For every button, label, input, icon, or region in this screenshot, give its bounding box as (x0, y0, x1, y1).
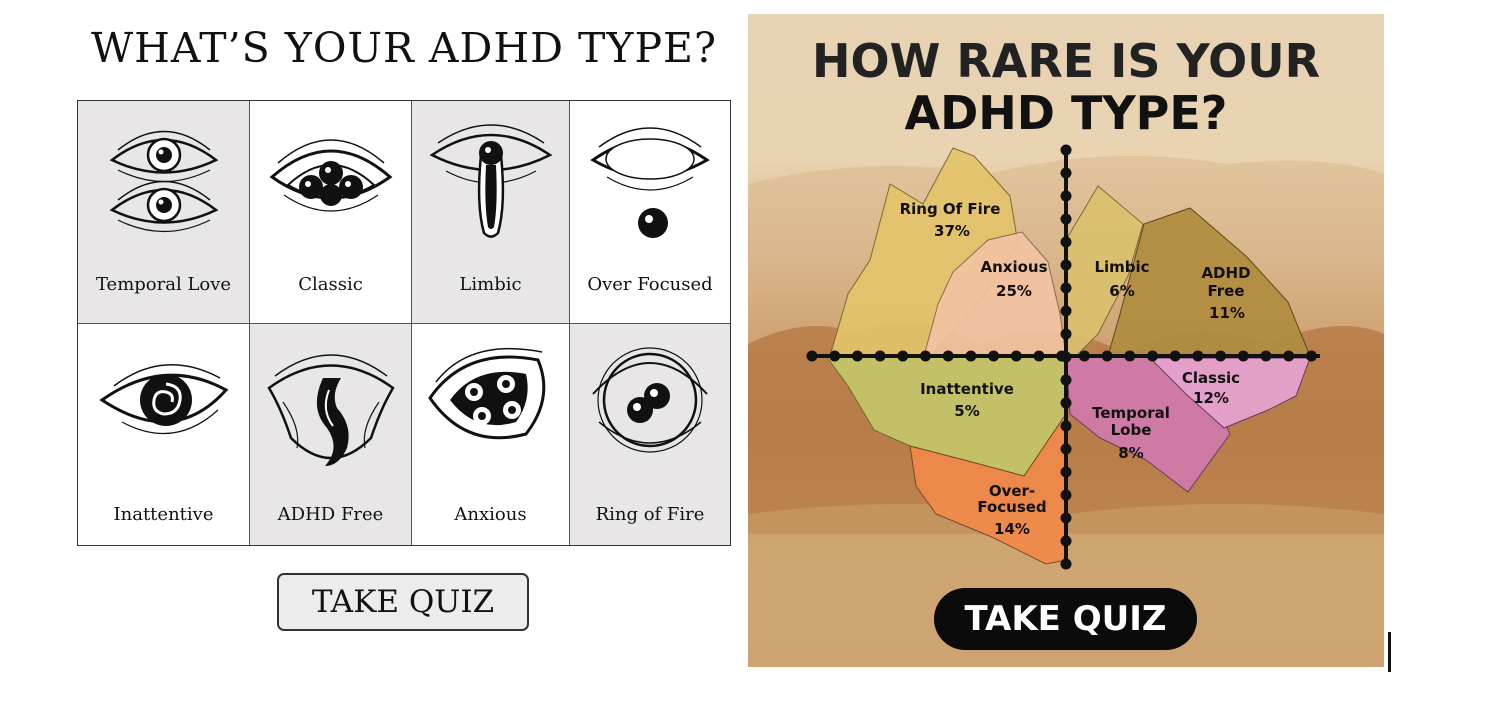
x-axis-tick (1215, 350, 1227, 362)
x-axis-tick (1033, 350, 1045, 362)
x-axis-tick (1283, 350, 1295, 362)
value-temporal-lobe: 8% (1118, 444, 1143, 462)
type-card-over-focused[interactable]: Over Focused (570, 101, 730, 324)
label-anxious: Anxious (980, 258, 1047, 276)
value-adhd-free: 11% (1209, 304, 1245, 322)
type-card-temporal-love[interactable]: Temporal Love (78, 101, 250, 324)
label-classic: Classic (1182, 369, 1240, 387)
triple-pupil-eye-icon (269, 139, 392, 212)
x-axis-tick (897, 350, 909, 362)
type-card-limbic[interactable]: Limbic (412, 101, 570, 324)
type-card-classic[interactable]: Classic (250, 101, 412, 324)
y-axis-tick (1060, 558, 1072, 570)
x-axis-tick (1260, 350, 1272, 362)
x-axis-tick (1101, 350, 1113, 362)
value-anxious: 25% (996, 282, 1032, 300)
type-card-ring-of-fire[interactable]: Ring of Fire (570, 324, 730, 545)
y-axis-tick (1060, 305, 1072, 317)
y-axis-tick (1060, 328, 1072, 340)
value-classic: 12% (1193, 389, 1229, 407)
y-axis-tick (1060, 420, 1072, 432)
type-card-adhd-free[interactable]: ADHD Free (250, 324, 412, 545)
type-card-anxious[interactable]: Anxious (412, 324, 570, 545)
multi-pupil-eye-icon (427, 347, 545, 440)
y-axis-tick (1060, 144, 1072, 156)
y-axis-tick (1060, 259, 1072, 271)
teardrop-eye-icon (429, 124, 552, 238)
label-over-focused-2: Focused (977, 498, 1046, 516)
adhd-rarity-chart: Ring Of Fire 37% Anxious 25% Limbic 6% A… (806, 144, 1320, 570)
x-axis-tick (874, 350, 886, 362)
y-axis-tick (1060, 190, 1072, 202)
type-label: Anxious (454, 504, 527, 525)
rarity-chart-panel: HOW RARE IS YOUR ADHD TYPE? Ring Of Fire… (748, 14, 1384, 667)
adhd-type-grid: Temporal Love Classic Limbic Over Focuse… (77, 100, 731, 546)
type-card-inattentive[interactable]: Inattentive (78, 324, 250, 545)
type-label: Inattentive (113, 504, 214, 525)
x-axis-tick (806, 350, 818, 362)
text-cursor (1388, 632, 1391, 672)
left-page-title: WHAT’S YOUR ADHD TYPE? (91, 24, 717, 72)
empty-eye-icon (590, 127, 710, 238)
ring-eye-icon (592, 347, 708, 453)
label-ring-of-fire: Ring Of Fire (900, 200, 1001, 218)
x-axis-tick (1169, 350, 1181, 362)
x-axis-tick (965, 350, 977, 362)
y-axis-tick (1060, 535, 1072, 547)
label-adhd-free-1: ADHD (1201, 264, 1250, 282)
label-limbic: Limbic (1094, 258, 1149, 276)
value-inattentive: 5% (954, 402, 979, 420)
y-axis-tick (1060, 443, 1072, 455)
y-axis-tick (1060, 466, 1072, 478)
take-quiz-button-left[interactable]: TAKE QUIZ (277, 573, 529, 631)
x-axis-tick (920, 350, 931, 362)
y-axis-tick (1060, 351, 1072, 363)
x-axis-tick (1305, 350, 1317, 362)
x-axis-tick (1192, 350, 1204, 362)
value-limbic: 6% (1109, 282, 1134, 300)
type-label: Ring of Fire (595, 504, 705, 525)
y-axis-tick (1060, 167, 1072, 179)
double-eye-icon (109, 130, 218, 233)
type-label: Limbic (459, 274, 522, 295)
swirl-eye-icon (98, 364, 228, 435)
x-axis-tick (1124, 350, 1136, 362)
x-axis-tick (829, 350, 841, 362)
y-axis-tick (1060, 282, 1072, 294)
label-adhd-free-2: Free (1207, 282, 1244, 300)
x-axis-tick (1010, 350, 1022, 362)
label-temporal-lobe-1: Temporal (1092, 404, 1170, 422)
y-axis-tick (1060, 512, 1072, 524)
y-axis-tick (1060, 213, 1072, 225)
x-axis-tick (988, 350, 1000, 362)
label-inattentive: Inattentive (920, 380, 1014, 398)
label-temporal-lobe-2: Lobe (1111, 421, 1152, 439)
take-quiz-button-right[interactable]: TAKE QUIZ (934, 588, 1197, 650)
melting-eye-icon (266, 354, 395, 466)
type-label: Over Focused (587, 274, 713, 295)
y-axis-tick (1060, 374, 1072, 386)
x-axis-tick (1078, 350, 1090, 362)
y-axis-tick (1060, 489, 1072, 501)
x-axis-tick (942, 350, 954, 362)
type-label: Classic (298, 274, 363, 295)
x-axis-tick (1237, 350, 1249, 362)
x-axis-tick (851, 350, 863, 362)
x-axis-tick (1147, 350, 1158, 362)
y-axis-tick (1060, 397, 1072, 409)
type-label: ADHD Free (277, 504, 384, 525)
type-label: Temporal Love (95, 274, 232, 295)
value-over-focused: 14% (994, 520, 1030, 538)
y-axis-tick (1060, 236, 1072, 248)
value-ring-of-fire: 37% (934, 222, 970, 240)
